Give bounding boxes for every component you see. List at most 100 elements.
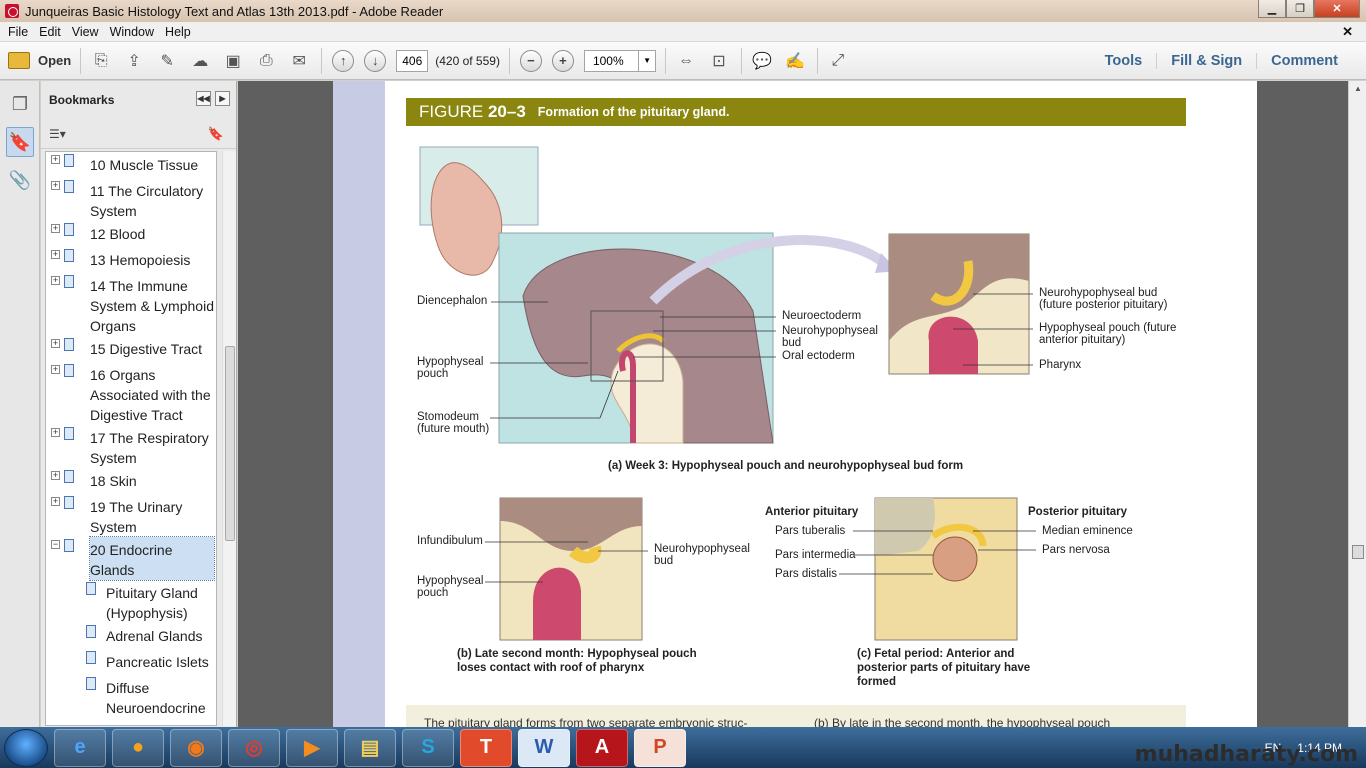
bookmark-item[interactable]: Pituitary Gland (Hypophysis)	[46, 580, 216, 623]
menu-window[interactable]: Window	[110, 25, 154, 39]
attachments-icon[interactable]: 📎	[6, 165, 34, 195]
expand-icon[interactable]: +	[51, 250, 60, 259]
bookmark-item[interactable]: +17 The Respiratory System	[46, 425, 216, 468]
bookmark-icon	[86, 582, 96, 595]
scroll-up-icon[interactable]: ▲	[1349, 81, 1366, 97]
bookmark-icon	[64, 364, 74, 377]
expand-icon[interactable]: +	[51, 224, 60, 233]
acrobat-icon[interactable]: A	[576, 728, 628, 767]
menu-view[interactable]: View	[72, 25, 99, 39]
email-icon[interactable]: ✉	[286, 48, 312, 74]
b-pouch-shape	[533, 567, 581, 640]
full-screen-icon[interactable]: ⤢	[825, 48, 851, 74]
create-pdf-icon[interactable]: ⎘	[88, 48, 114, 74]
edit-pdf-icon[interactable]: ✎	[154, 48, 180, 74]
bookmark-icon	[64, 427, 74, 440]
bookmark-item[interactable]: Adrenal Glands	[46, 623, 216, 649]
close-document-icon[interactable]: ✕	[1342, 24, 1353, 40]
bookmark-item[interactable]: +10 Muscle Tissue	[46, 152, 216, 178]
page-number-input[interactable]: 406	[396, 49, 429, 72]
document-scrollbar-thumb[interactable]	[1352, 545, 1364, 559]
fit-page-icon[interactable]: ⊡	[706, 48, 732, 74]
explorer-icon[interactable]: ▤	[344, 728, 396, 767]
collapse-panel-icon[interactable]: ◀◀	[196, 91, 211, 106]
bookmark-item[interactable]: +19 The Urinary System	[46, 494, 216, 537]
zoom-value: 100%	[592, 53, 624, 68]
bookmarks-scrollbar[interactable]	[222, 151, 236, 726]
bookmark-label: 18 Skin	[90, 473, 137, 489]
bookmark-item[interactable]: +14 The Immune System & Lymphoid Organs	[46, 273, 216, 336]
collapse-icon[interactable]: −	[51, 540, 60, 549]
close-button[interactable]: ✕	[1314, 0, 1360, 18]
zoom-in-button[interactable]: +	[551, 49, 574, 72]
caption-a: (a) Week 3: Hypophyseal pouch and neuroh…	[608, 460, 964, 472]
ie-icon[interactable]: e	[54, 728, 106, 767]
maximize-button[interactable]: ❐	[1286, 0, 1314, 18]
next-page-button[interactable]: ↓	[364, 49, 387, 72]
navigation-pane-strip: ❐ 🔖 📎	[0, 81, 40, 727]
expand-icon[interactable]: +	[51, 365, 60, 374]
minimize-button[interactable]: ▁	[1258, 0, 1286, 18]
expand-icon[interactable]: +	[51, 276, 60, 285]
zoom-out-button[interactable]: −	[519, 49, 542, 72]
bookmark-item[interactable]: +13 Hemopoiesis	[46, 247, 216, 273]
upload-cloud-icon[interactable]: ☁	[187, 48, 213, 74]
bookmark-icon	[64, 275, 74, 288]
expand-icon[interactable]: +	[51, 471, 60, 480]
highlight-icon[interactable]: ✍	[782, 48, 808, 74]
bookmark-item[interactable]: +16 Organs Associated with the Digestive…	[46, 362, 216, 425]
expand-panel-icon[interactable]: ▶	[215, 91, 230, 106]
page-thumbnails-icon[interactable]: ❐	[6, 89, 34, 119]
bookmarks-title: Bookmarks	[49, 93, 115, 107]
label-anterior-pituitary: Anterior pituitary	[765, 506, 859, 518]
expand-icon[interactable]: +	[51, 428, 60, 437]
label-pars-nervosa: Pars nervosa	[1042, 544, 1110, 556]
bookmark-item[interactable]: +12 Blood	[46, 221, 216, 247]
fill-sign-link[interactable]: Fill & Sign	[1156, 53, 1256, 69]
export-pdf-icon[interactable]: ⇪	[121, 48, 147, 74]
skype-icon[interactable]: S	[402, 728, 454, 767]
bookmark-item[interactable]: Pancreatic Islets	[46, 649, 216, 675]
bookmark-item[interactable]: Diffuse Neuroendocrine	[46, 675, 216, 718]
toolbar-separator	[321, 47, 323, 74]
previous-page-button[interactable]: ↑	[332, 49, 355, 72]
comment-link[interactable]: Comment	[1256, 53, 1352, 69]
bookmark-item[interactable]: +11 The Circulatory System	[46, 178, 216, 221]
bookmarks-icon[interactable]: 🔖	[6, 127, 34, 157]
document-scrollbar[interactable]: ▲	[1348, 81, 1366, 727]
powerpoint-icon[interactable]: P	[634, 728, 686, 767]
label-neuroectoderm: Neuroectoderm	[782, 310, 862, 322]
bookmark-item[interactable]: +15 Digestive Tract	[46, 336, 216, 362]
bookmark-item[interactable]: +18 Skin	[46, 468, 216, 494]
open-button[interactable]: Open	[8, 52, 71, 69]
t-app-icon[interactable]: T	[460, 728, 512, 767]
bookmark-item[interactable]: − 20 Endocrine Glands	[46, 536, 216, 581]
expand-icon[interactable]: +	[51, 181, 60, 190]
save-icon[interactable]: ▣	[220, 48, 246, 74]
sticky-note-icon[interactable]: 💬	[749, 48, 775, 74]
start-button[interactable]	[4, 728, 48, 767]
toolbar-separator	[816, 47, 818, 74]
print-icon[interactable]: ⎙	[253, 48, 279, 74]
expand-icon[interactable]: +	[51, 339, 60, 348]
menu-file[interactable]: File	[8, 25, 28, 39]
tools-link[interactable]: Tools	[1091, 53, 1157, 69]
scrollbar-thumb[interactable]	[225, 346, 235, 541]
chrome-icon[interactable]: ◎	[228, 728, 280, 767]
player-icon[interactable]: ▶	[286, 728, 338, 767]
menu-help[interactable]: Help	[165, 25, 191, 39]
label-diencephalon: Diencephalon	[417, 295, 488, 307]
chevron-down-icon[interactable]: ▼	[638, 50, 655, 71]
word-icon[interactable]: W	[518, 728, 570, 767]
media-icon[interactable]: ●	[112, 728, 164, 767]
menu-edit[interactable]: Edit	[39, 25, 61, 39]
firefox-icon[interactable]: ◉	[170, 728, 222, 767]
label-hypophyseal-pouch-a: Hypophyseal pouch	[417, 356, 484, 380]
expand-icon[interactable]: +	[51, 155, 60, 164]
bookmark-icon	[64, 338, 74, 351]
fit-width-icon[interactable]: ⇔	[673, 48, 699, 74]
options-menu-icon[interactable]: ☰▾	[49, 127, 66, 141]
find-bookmark-icon[interactable]: 🔖	[208, 126, 224, 142]
zoom-select[interactable]: 100% ▼	[583, 49, 656, 72]
expand-icon[interactable]: +	[51, 497, 60, 506]
